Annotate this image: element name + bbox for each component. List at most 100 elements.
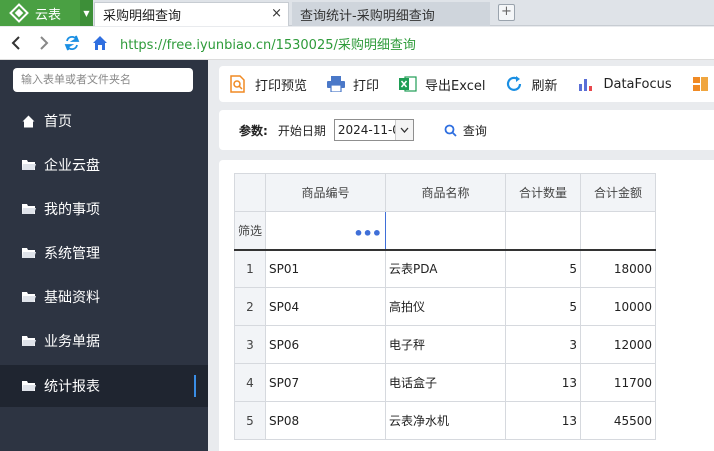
sidebar-item-label: 统计报表	[44, 379, 100, 395]
chevron-down-icon[interactable]	[394, 120, 413, 140]
sidebar-item-system-admin[interactable]: 系统管理	[0, 232, 208, 274]
refresh-label: 刷新	[531, 78, 558, 94]
cell-qty[interactable]: 5	[505, 249, 581, 288]
cell-amount[interactable]: 12000	[580, 325, 656, 364]
sidebar-item-basic-data[interactable]: 基础资料	[0, 276, 208, 318]
cell-code[interactable]: SP04	[265, 287, 386, 326]
filter-row: 筛选 •••	[234, 211, 656, 251]
filter-cell-qty[interactable]	[505, 211, 581, 251]
sidebar-search-input[interactable]: 输入表单或者文件夹名	[13, 68, 193, 92]
yunbiao-logo-icon	[9, 3, 29, 23]
folder-icon	[22, 380, 36, 392]
url-text[interactable]: https://free.iyunbiao.cn/1530025/采购明细查询	[120, 34, 416, 53]
table-row[interactable]: 3 SP06 电子秤 3 12000	[234, 325, 656, 364]
bar-chart-icon	[577, 75, 595, 93]
tab-bar: 云表 ▼ 采购明细查询 × 查询统计-采购明细查询 +	[0, 0, 714, 26]
brand-label: 云表	[35, 7, 62, 23]
sidebar-item-cloud-disk[interactable]: 企业云盘	[0, 144, 208, 186]
cell-qty[interactable]: 13	[505, 401, 581, 440]
cell-name[interactable]: 云表净水机	[385, 401, 506, 440]
cell-name[interactable]: 云表PDA	[385, 249, 506, 288]
filter-cell-name[interactable]	[385, 211, 506, 251]
filter-cell-code[interactable]: •••	[265, 211, 386, 251]
cell-amount[interactable]: 18000	[580, 249, 656, 288]
cell-qty[interactable]: 5	[505, 287, 581, 326]
filter-cell-amount[interactable]	[580, 211, 656, 251]
sidebar-item-label: 基础资料	[44, 290, 100, 306]
cell-code[interactable]: SP06	[265, 325, 386, 364]
sidebar-item-business-docs[interactable]: 业务单据	[0, 320, 208, 362]
search-icon	[444, 124, 457, 137]
start-date-label: 开始日期	[277, 123, 326, 138]
column-header-name[interactable]: 商品名称	[385, 173, 506, 212]
sidebar-item-label: 首页	[44, 114, 72, 130]
column-header-qty[interactable]: 合计数量	[505, 173, 581, 212]
folder-icon	[22, 203, 36, 215]
orange-blocks-icon	[692, 75, 710, 93]
back-button[interactable]	[4, 31, 28, 55]
tab-label: 采购明细查询	[103, 9, 182, 24]
print-button[interactable]: 打印	[327, 75, 379, 94]
corner-cell	[234, 173, 266, 212]
sidebar-item-label: 我的事项	[44, 202, 100, 218]
print-preview-label: 打印预览	[255, 78, 308, 94]
more-options-icon[interactable]: •••	[353, 224, 382, 243]
refresh-icon	[505, 75, 523, 93]
export-excel-button[interactable]: 导出Excel	[399, 75, 485, 94]
cell-name[interactable]: 高拍仪	[385, 287, 506, 326]
column-header-amount[interactable]: 合计金额	[580, 173, 656, 212]
sidebar: 输入表单或者文件夹名 首页 企业云盘 我的事项 系统管理 基础资料 业务单据 统…	[0, 60, 208, 451]
cell-qty[interactable]: 3	[505, 325, 581, 364]
row-number: 5	[234, 401, 266, 440]
reload-button[interactable]	[60, 31, 84, 55]
cell-code[interactable]: SP07	[265, 363, 386, 402]
tab-query-stats[interactable]: 查询统计-采购明细查询	[292, 2, 490, 26]
brand-dropdown-icon[interactable]: ▼	[80, 0, 93, 26]
printer-icon	[327, 75, 346, 93]
home-button[interactable]	[88, 31, 112, 55]
table-row[interactable]: 1 SP01 云表PDA 5 18000	[234, 249, 656, 288]
filter-label: 筛选	[234, 211, 266, 251]
folder-icon	[22, 335, 36, 347]
print-preview-icon	[229, 75, 247, 93]
folder-icon	[22, 159, 36, 171]
params-label: 参数:	[239, 123, 268, 138]
sidebar-item-label: 业务单据	[44, 334, 100, 350]
table-row[interactable]: 2 SP04 高拍仪 5 10000	[234, 287, 656, 326]
forward-button[interactable]	[32, 31, 56, 55]
brand-menu[interactable]: 云表	[0, 0, 80, 26]
more-tools-button[interactable]	[692, 75, 714, 93]
close-tab-icon[interactable]: ×	[271, 6, 282, 21]
header-row: 商品编号 商品名称 合计数量 合计金额	[234, 173, 656, 212]
query-button[interactable]: 查询	[444, 122, 487, 139]
datafocus-label: DataFocus	[603, 76, 672, 92]
cell-name[interactable]: 电子秤	[385, 325, 506, 364]
column-header-code[interactable]: 商品编号	[265, 173, 386, 212]
reload-icon	[64, 35, 80, 51]
table-row[interactable]: 4 SP07 电话盒子 13 11700	[234, 363, 656, 402]
back-arrow-icon	[11, 36, 20, 50]
sidebar-item-reports[interactable]: 统计报表	[0, 365, 208, 407]
sidebar-item-my-tasks[interactable]: 我的事项	[0, 188, 208, 230]
print-preview-button[interactable]: 打印预览	[229, 75, 307, 94]
cell-qty[interactable]: 13	[505, 363, 581, 402]
new-tab-button[interactable]: +	[498, 4, 515, 21]
table-row[interactable]: 5 SP08 云表净水机 13 45500	[234, 401, 656, 440]
cell-amount[interactable]: 45500	[580, 401, 656, 440]
report-table: 商品编号 商品名称 合计数量 合计金额 筛选 ••• 1 SP01 云表PDA …	[234, 173, 656, 440]
sidebar-item-label: 系统管理	[44, 246, 100, 262]
home-icon	[22, 115, 36, 128]
cell-amount[interactable]: 10000	[580, 287, 656, 326]
excel-icon	[399, 75, 417, 93]
cell-amount[interactable]: 11700	[580, 363, 656, 402]
start-date-picker[interactable]: 2024-11-01	[333, 119, 414, 141]
cell-code[interactable]: SP01	[265, 249, 386, 288]
tab-purchase-detail-query[interactable]: 采购明细查询 ×	[94, 2, 289, 26]
sidebar-item-home[interactable]: 首页	[0, 100, 208, 142]
cell-name[interactable]: 电话盒子	[385, 363, 506, 402]
row-number: 3	[234, 325, 266, 364]
row-number: 1	[234, 249, 266, 288]
datafocus-button[interactable]: DataFocus	[577, 75, 672, 93]
cell-code[interactable]: SP08	[265, 401, 386, 440]
refresh-button[interactable]: 刷新	[505, 75, 557, 94]
